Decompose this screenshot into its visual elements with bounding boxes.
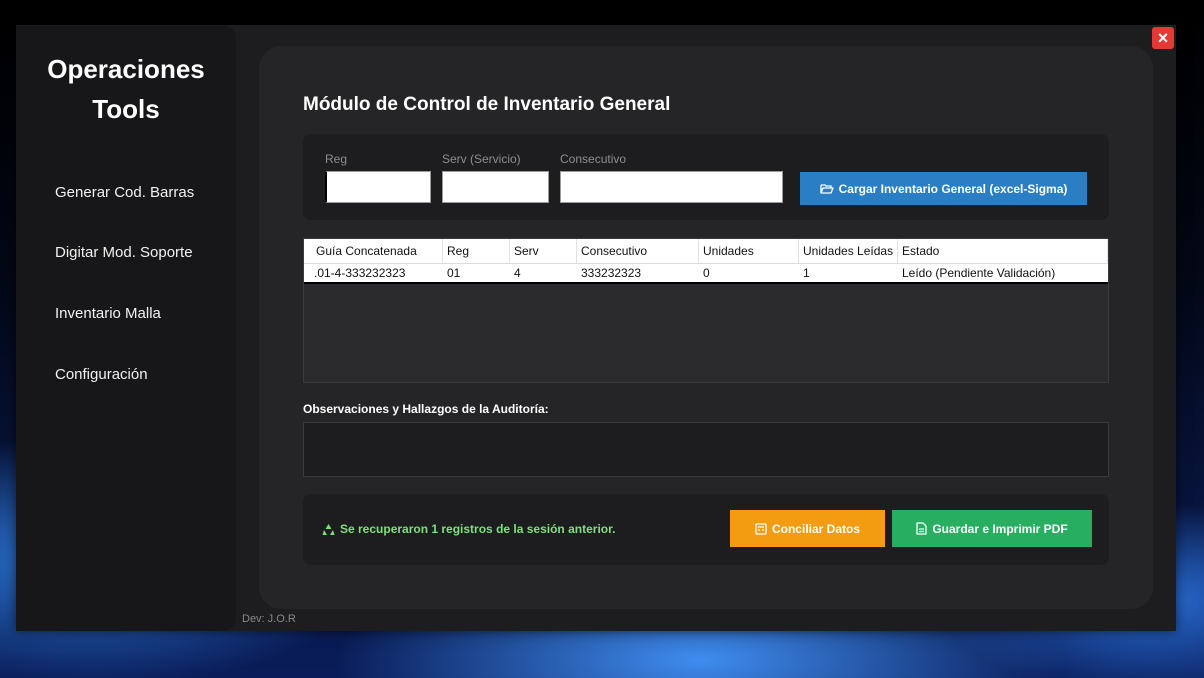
sidebar-item-generar-cod-barras[interactable]: Generar Cod. Barras [55,184,194,201]
main-panel: Módulo de Control de Inventario General … [259,46,1153,609]
brand-line-1: Operaciones [47,54,205,84]
column-header-unidades[interactable]: Unidades [699,239,799,263]
consecutivo-input[interactable] [560,171,783,203]
recycle-icon [322,523,335,535]
cell-guia: .01-4-333232323 [314,266,406,280]
sidebar: Operaciones Tools Generar Cod. Barras Di… [16,25,236,631]
sidebar-item-configuracion[interactable]: Configuración [55,366,148,383]
calculator-icon [755,522,767,535]
reconcile-label: Conciliar Datos [771,521,861,536]
cell-consecutivo: 333232323 [581,266,642,280]
serv-input[interactable] [442,171,549,203]
status-message: Se recuperaron 1 registros de la sesión … [322,522,615,536]
load-inventory-label: Cargar Inventario General (excel-Sigma) [838,181,1068,196]
cell-unidades: 0 [703,266,710,280]
reconcile-button[interactable]: Conciliar Datos [730,510,885,547]
app-window: × Operaciones Tools Generar Cod. Barras … [16,25,1176,631]
inventory-table: Guía Concatenada Reg Serv Consecutivo Un… [303,238,1109,383]
page-title: Módulo de Control de Inventario General [303,94,671,115]
dev-credit: Dev: J.O.R [242,613,296,625]
load-inventory-button[interactable]: Cargar Inventario General (excel-Sigma) [800,172,1087,205]
column-header-consecutivo[interactable]: Consecutivo [577,239,699,263]
cell-unidades-leidas: 1 [803,266,810,280]
serv-label: Serv (Servicio) [442,152,521,166]
save-print-pdf-button[interactable]: Guardar e Imprimir PDF [892,510,1092,547]
cell-estado: Leído (Pendiente Validación) [902,266,1056,280]
column-header-reg[interactable]: Reg [443,239,510,263]
close-icon: × [1157,28,1169,48]
table-row[interactable]: .01-4-333232323 01 4 333232323 0 1 Leído… [304,264,1108,284]
close-button[interactable]: × [1152,27,1174,49]
save-print-pdf-label: Guardar e Imprimir PDF [932,521,1068,536]
sidebar-item-digitar-mod-soporte[interactable]: Digitar Mod. Soporte [55,244,193,261]
file-icon [916,522,927,535]
brand-line-2: Tools [92,94,160,124]
sidebar-item-inventario-malla[interactable]: Inventario Malla [55,305,161,322]
reg-label: Reg [325,152,348,166]
observations-textarea[interactable] [303,422,1109,477]
table-header: Guía Concatenada Reg Serv Consecutivo Un… [304,239,1108,264]
input-form: Reg Serv (Servicio) Consecutivo Cargar I… [303,134,1109,220]
column-header-guia[interactable]: Guía Concatenada [304,239,443,263]
cell-serv: 4 [514,266,521,280]
column-header-unidades-leidas[interactable]: Unidades Leídas [799,239,898,263]
reg-input[interactable] [325,171,431,203]
app-brand: Operaciones Tools [16,49,236,129]
action-bar: Se recuperaron 1 registros de la sesión … [303,494,1109,565]
column-header-estado[interactable]: Estado [898,239,1108,263]
observations-label: Observaciones y Hallazgos de la Auditorí… [303,402,549,416]
folder-open-icon [819,183,834,194]
consecutivo-label: Consecutivo [560,152,627,166]
cell-reg: 01 [447,266,461,280]
status-text: Se recuperaron 1 registros de la sesión … [340,522,616,536]
column-header-serv[interactable]: Serv [510,239,577,263]
